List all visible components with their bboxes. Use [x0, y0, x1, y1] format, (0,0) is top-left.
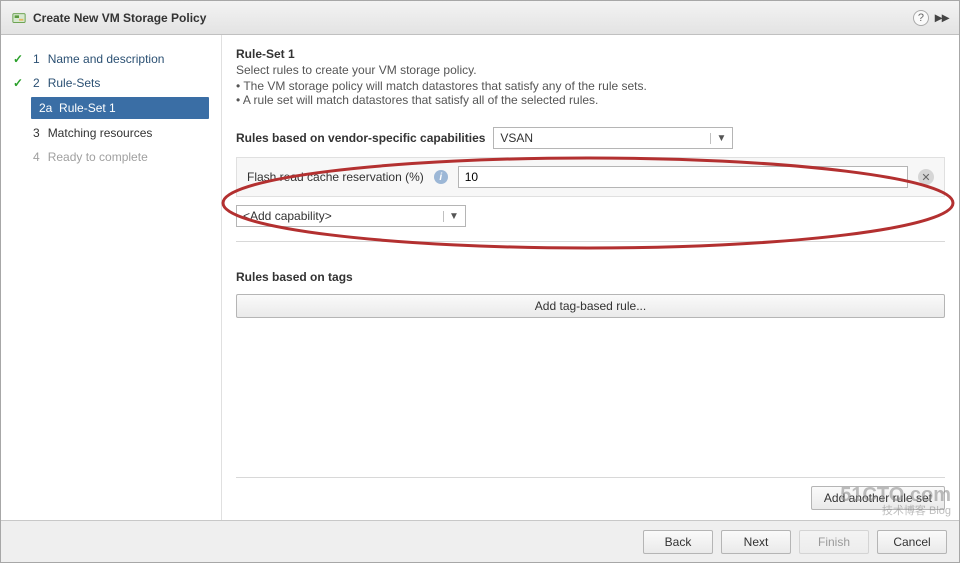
tags-section-title: Rules based on tags — [236, 270, 945, 284]
step-label: Rule-Sets — [48, 76, 101, 90]
titlebar: Create New VM Storage Policy ? ▸▸ — [1, 1, 959, 35]
substep-number: 2a — [39, 101, 52, 115]
vendor-capabilities-title: Rules based on vendor-specific capabilit… — [236, 131, 485, 145]
add-tag-rule-button[interactable]: Add tag-based rule... — [236, 294, 945, 318]
dialog-footer: Back Next Finish Cancel — [1, 520, 959, 562]
back-button[interactable]: Back — [643, 530, 713, 554]
help-icon[interactable]: ? — [913, 10, 929, 26]
cancel-button[interactable]: Cancel — [877, 530, 947, 554]
chevron-down-icon: ▼ — [443, 211, 461, 222]
add-another-rule-set-button[interactable]: Add another rule set — [811, 486, 945, 510]
vendor-capabilities-row: Rules based on vendor-specific capabilit… — [236, 127, 945, 149]
bullet-2: • A rule set will match datastores that … — [236, 93, 945, 107]
step-number: 1 — [33, 52, 40, 66]
finish-button: Finish — [799, 530, 869, 554]
step-rule-sets[interactable]: ✓ 2 Rule-Sets — [1, 71, 221, 95]
capability-row-flash-cache: Flash read cache reservation (%) i ✕ — [236, 157, 945, 197]
step-number: 3 — [33, 126, 40, 140]
main-panel: Rule-Set 1 Select rules to create your V… — [221, 35, 959, 520]
dialog: Create New VM Storage Policy ? ▸▸ ✓ 1 Na… — [0, 0, 960, 563]
vendor-dropdown[interactable]: VSAN ▼ — [493, 127, 733, 149]
step-label: Ready to complete — [48, 150, 148, 164]
rule-set-description: Select rules to create your VM storage p… — [236, 63, 945, 77]
step-number: 2 — [33, 76, 40, 90]
step-matching-resources[interactable]: 3 Matching resources — [1, 121, 221, 145]
rule-set-heading: Rule-Set 1 — [236, 47, 945, 61]
vm-policy-icon — [11, 10, 27, 26]
chevron-down-icon: ▼ — [710, 133, 728, 144]
step-name-description[interactable]: ✓ 1 Name and description — [1, 47, 221, 71]
info-icon[interactable]: i — [434, 170, 448, 184]
dialog-body: ✓ 1 Name and description ✓ 2 Rule-Sets 2… — [1, 35, 959, 520]
vendor-dropdown-value: VSAN — [500, 131, 533, 145]
step-number: 4 — [33, 150, 40, 164]
remove-icon[interactable]: ✕ — [918, 169, 934, 185]
add-ruleset-row: Add another rule set — [236, 477, 945, 520]
add-capability-value: <Add capability> — [243, 209, 332, 223]
dialog-title: Create New VM Storage Policy — [33, 11, 907, 25]
check-icon: ✓ — [13, 76, 25, 90]
substep-rule-set-1[interactable]: 2a Rule-Set 1 — [31, 97, 209, 119]
substep-label: Rule-Set 1 — [59, 101, 116, 115]
bullet-1: • The VM storage policy will match datas… — [236, 79, 945, 93]
step-label: Name and description — [48, 52, 165, 66]
wizard-sidebar: ✓ 1 Name and description ✓ 2 Rule-Sets 2… — [1, 35, 221, 520]
add-capability-dropdown[interactable]: <Add capability> ▼ — [236, 205, 466, 227]
add-capability-row: <Add capability> ▼ — [236, 205, 945, 227]
step-label: Matching resources — [48, 126, 153, 140]
capability-value-input[interactable] — [458, 166, 908, 188]
divider — [236, 241, 945, 242]
capability-label: Flash read cache reservation (%) — [247, 170, 424, 184]
check-icon: ✓ — [13, 52, 25, 66]
next-button[interactable]: Next — [721, 530, 791, 554]
expand-icon[interactable]: ▸▸ — [935, 9, 949, 26]
step-ready-to-complete: 4 Ready to complete — [1, 145, 221, 169]
